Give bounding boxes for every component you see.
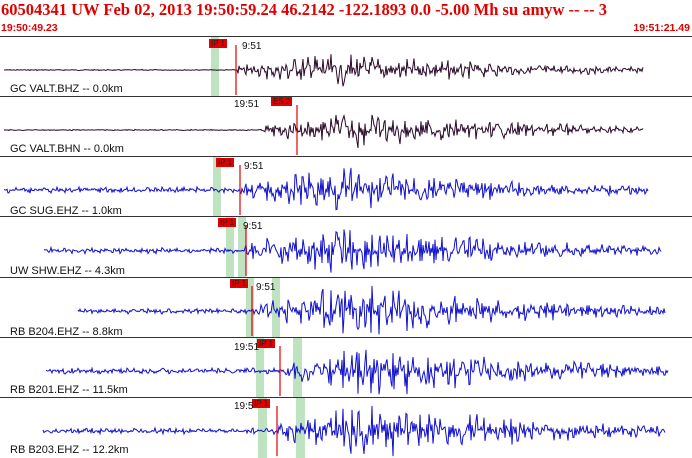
seismogram-viewer: 60504341 UW Feb 02, 2013 19:50:59.24 46.… [0, 0, 692, 458]
trace-panel-valt-bhn[interactable]: ES 2 19:51 GC VALT.BHN -- 0.0km [0, 97, 692, 157]
waveform-trace [4, 54, 644, 87]
p-pick-marker[interactable]: IP 1 [230, 279, 249, 288]
channel-label: RB B203.EHZ -- 12.2km [10, 444, 129, 456]
p-pick-marker[interactable]: IP 1 [257, 339, 276, 348]
p-pick-marker[interactable]: IP 1 [252, 399, 271, 408]
waveform-trace [42, 405, 666, 457]
time-tick-label: 9:51 [244, 161, 264, 172]
time-tick-label: 19:51 [234, 342, 260, 353]
trace-panel-b201-ehz[interactable]: IP 1 19:51 RB B201.EHZ -- 11.5km [0, 338, 692, 398]
waveform-trace [3, 167, 649, 211]
p-pick-marker[interactable]: IP 1 [218, 218, 237, 227]
time-tick-label: 9:51 [256, 282, 276, 293]
trace-panel-shw-ehz[interactable]: IP 1 9:51 UW SHW.EHZ -- 4.3km [0, 217, 692, 278]
p-pick-marker[interactable]: IP 1 [216, 158, 235, 167]
trace-panel-sug-ehz[interactable]: IP 1 9:51 GC SUG.EHZ -- 1.0km [0, 157, 692, 217]
waveform-trace [77, 285, 666, 335]
waveform-trace [45, 349, 669, 395]
window-start-time: 19:50:49.23 [1, 22, 58, 34]
window-end-time: 19:51:21.49 [633, 22, 690, 34]
s-pick-marker[interactable]: ES 2 [271, 97, 293, 106]
channel-label: RB B201.EHZ -- 11.5km [10, 384, 128, 396]
channel-label: GC VALT.BHZ -- 0.0km [10, 83, 123, 95]
event-header: 60504341 UW Feb 02, 2013 19:50:59.24 46.… [1, 0, 608, 19]
trace-panel-b204-ehz[interactable]: IP 1 9:51 RB B204.EHZ -- 8.8km [0, 278, 692, 338]
waveform-trace [43, 229, 662, 273]
trace-panel-valt-bhz[interactable]: IP 1 9:51 GC VALT.BHZ -- 0.0km [0, 37, 692, 97]
time-tick-label: 19:51 [234, 99, 260, 110]
time-tick-label: 19:5 [234, 401, 254, 412]
channel-label: GC VALT.BHN -- 0.0km [10, 143, 124, 155]
p-pick-marker[interactable]: IP 1 [209, 39, 228, 48]
channel-label: UW SHW.EHZ -- 4.3km [10, 265, 125, 277]
time-tick-label: 9:51 [242, 41, 262, 52]
trace-panel-b203-ehz[interactable]: IP 1 19:5 RB B203.EHZ -- 12.2km [0, 398, 692, 458]
time-tick-label: 9:51 [243, 221, 263, 232]
